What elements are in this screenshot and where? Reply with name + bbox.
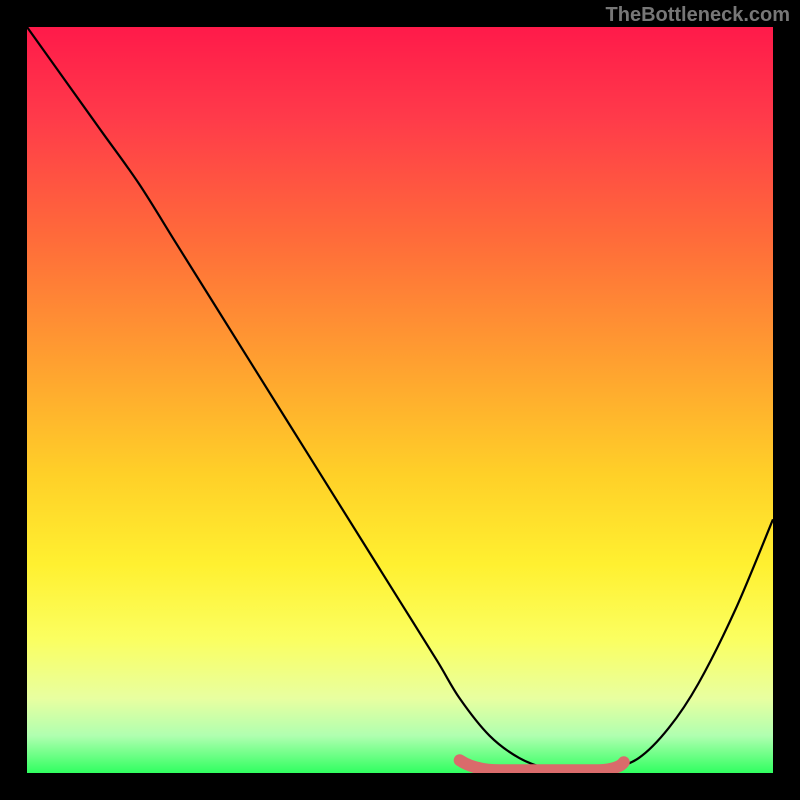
bottleneck-curve	[27, 27, 773, 773]
optimal-range-marker	[460, 760, 624, 770]
chart-svg	[27, 27, 773, 773]
watermark-text: TheBottleneck.com	[606, 4, 790, 27]
plot-area	[27, 27, 773, 773]
